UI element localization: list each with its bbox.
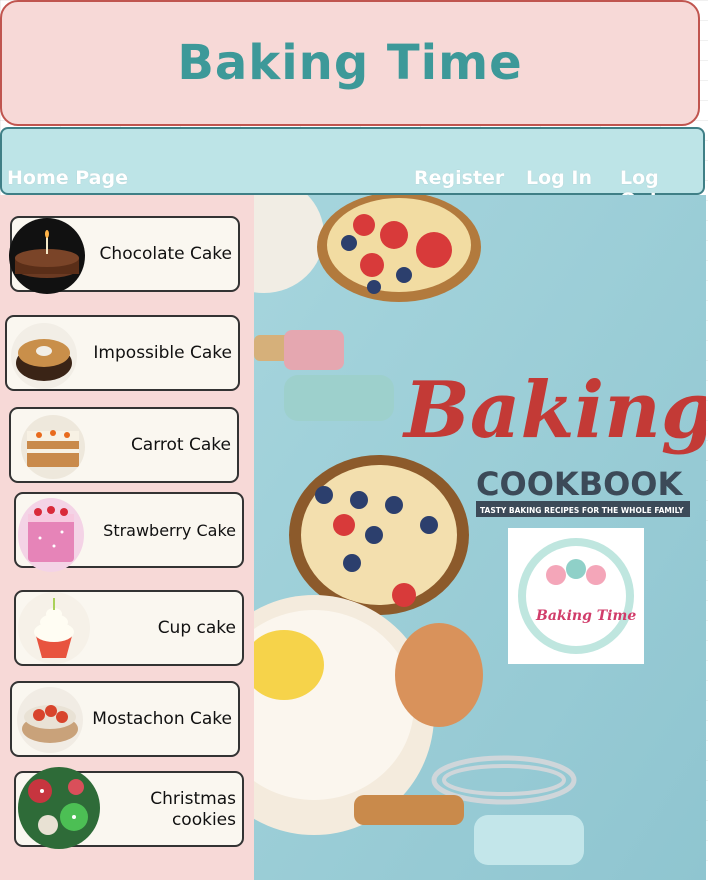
mostachon-cake-icon [17, 687, 83, 753]
recipe-label-line2: cookies [171, 810, 236, 830]
nav-home-link[interactable]: Home Page [7, 167, 128, 189]
badge-text: Baking Time [535, 608, 636, 624]
cupcake-icon [18, 592, 90, 664]
recipe-label: Christmas [150, 789, 236, 809]
recipe-label: Chocolate Cake [99, 244, 232, 264]
nav-login-link[interactable]: Log In [526, 167, 592, 189]
recipe-card-mostachon-cake[interactable]: Mostachon Cake [10, 681, 240, 757]
recipe-label: Mostachon Cake [92, 709, 232, 729]
recipe-card-carrot-cake[interactable]: Carrot Cake [9, 407, 239, 483]
christmas-cookies-icon [18, 767, 100, 849]
recipe-card-strawberry-cake[interactable]: Strawberry Cake [14, 492, 244, 572]
recipe-label: Cup cake [157, 618, 236, 638]
carrot-cake-icon [21, 415, 85, 479]
nav-register-link[interactable]: Register [414, 167, 504, 189]
chocolate-cake-icon [9, 218, 85, 294]
cookbook-cover-image: Baking COOKBOOK TASTY BAKING RECIPES FOR… [254, 195, 706, 880]
cover-tagline: TASTY BAKING RECIPES FOR THE WHOLE FAMIL… [480, 506, 684, 515]
recipe-card-chocolate-cake[interactable]: Chocolate Cake [9, 216, 240, 294]
strawberry-cake-icon [18, 498, 84, 572]
recipe-card-christmas-cookies[interactable]: Christmas cookies [14, 767, 244, 849]
nav-bar: Home Page Register Log In Log Out [0, 127, 705, 211]
site-title: Baking Time [177, 35, 523, 91]
recipe-card-cupcake[interactable]: Cup cake [14, 590, 244, 666]
recipe-label: Impossible Cake [93, 343, 232, 363]
recipe-label: Strawberry Cake [103, 521, 236, 540]
site-header: Baking Time [0, 0, 700, 126]
cover-title-script: Baking [402, 365, 706, 456]
recipe-label: Carrot Cake [130, 435, 231, 455]
recipe-card-impossible-cake[interactable]: Impossible Cake [5, 315, 240, 391]
impossible-cake-icon [11, 323, 77, 389]
cover-title-cookbook: COOKBOOK [476, 465, 683, 503]
